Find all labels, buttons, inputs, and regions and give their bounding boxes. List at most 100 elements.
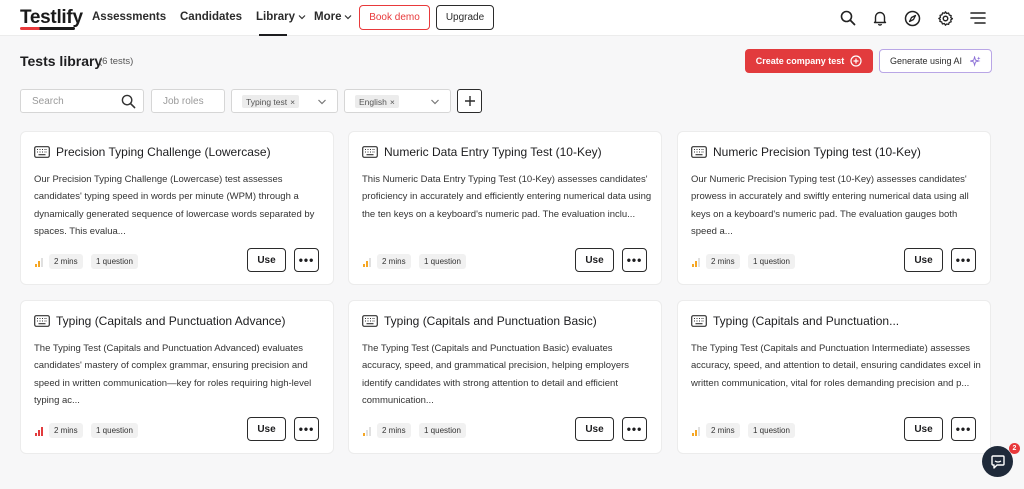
gear-icon[interactable]: [935, 8, 955, 28]
card-description: This Numeric Data Entry Typing Test (10-…: [362, 174, 652, 220]
question-count-tag: 1 question: [419, 423, 466, 438]
test-card[interactable]: Typing (Capitals and Punctuation Basic) …: [348, 300, 662, 454]
card-description: The Typing Test (Capitals and Punctuatio…: [34, 343, 312, 406]
test-card[interactable]: Numeric Data Entry Typing Test (10-Key) …: [348, 131, 662, 285]
use-button[interactable]: Use: [904, 248, 943, 272]
chat-launcher-button[interactable]: [982, 446, 1013, 477]
more-horizontal-icon: •••: [298, 422, 315, 436]
keyboard-icon: [691, 146, 707, 158]
card-title[interactable]: Typing (Capitals and Punctuation Advance…: [56, 314, 326, 328]
more-options-button[interactable]: •••: [951, 248, 976, 272]
chevron-down-icon: [345, 15, 352, 20]
chevron-down-icon: [318, 99, 326, 105]
create-company-test-button[interactable]: Create company test: [745, 49, 873, 73]
difficulty-level-icon: [35, 427, 43, 436]
chevron-down-icon: [431, 99, 439, 105]
card-title[interactable]: Typing (Capitals and Punctuation Basic): [384, 314, 654, 328]
generate-using-ai-label: Generate using AI: [889, 56, 963, 66]
card-description: Our Precision Typing Challenge (Lowercas…: [34, 174, 315, 237]
use-button[interactable]: Use: [904, 417, 943, 441]
difficulty-level-icon: [692, 427, 700, 436]
difficulty-level-icon: [363, 258, 371, 267]
close-icon[interactable]: ×: [390, 97, 395, 107]
search-input[interactable]: Search: [20, 89, 144, 113]
logo[interactable]: Testlify: [20, 7, 83, 29]
use-button[interactable]: Use: [575, 248, 614, 272]
test-type-select[interactable]: Typing test ×: [231, 89, 338, 113]
keyboard-icon: [34, 315, 50, 327]
search-placeholder: Search: [32, 96, 64, 107]
duration-tag: 2 mins: [377, 254, 411, 269]
more-options-button[interactable]: •••: [951, 417, 976, 441]
more-options-button[interactable]: •••: [294, 248, 319, 272]
bell-icon[interactable]: [870, 8, 890, 28]
filter-chip-label: Typing test: [246, 96, 288, 107]
book-demo-button[interactable]: Book demo: [359, 5, 430, 30]
top-nav: Testlify Assessments Candidates Library …: [0, 0, 1024, 36]
page-title: Tests library: [20, 53, 103, 69]
test-card[interactable]: Precision Typing Challenge (Lowercase) O…: [20, 131, 334, 285]
more-options-button[interactable]: •••: [294, 417, 319, 441]
question-count-tag: 1 question: [748, 254, 795, 269]
compass-icon[interactable]: [902, 8, 922, 28]
more-horizontal-icon: •••: [626, 422, 643, 436]
use-button[interactable]: Use: [247, 248, 286, 272]
upgrade-button[interactable]: Upgrade: [436, 5, 494, 30]
filter-chip-label: English: [359, 96, 387, 107]
more-horizontal-icon: •••: [955, 422, 972, 436]
filter-chip-typing-test: Typing test ×: [242, 95, 300, 108]
nav-library-label: Library: [256, 11, 295, 23]
nav-assessments-label: Assessments: [92, 11, 167, 23]
duration-tag: 2 mins: [377, 423, 411, 438]
menu-icon[interactable]: [968, 8, 988, 28]
nav-more[interactable]: More: [314, 11, 352, 23]
generate-using-ai-button[interactable]: Generate using AI: [879, 49, 992, 73]
test-count: (6 tests): [99, 56, 134, 67]
nav-library[interactable]: Library: [256, 11, 306, 23]
card-description: Our Numeric Precision Typing test (10-Ke…: [691, 174, 969, 237]
keyboard-icon: [362, 315, 378, 327]
duration-tag: 2 mins: [706, 254, 740, 269]
language-select[interactable]: English ×: [344, 89, 451, 113]
use-button[interactable]: Use: [247, 417, 286, 441]
create-company-test-label: Create company test: [755, 56, 845, 66]
more-horizontal-icon: •••: [626, 253, 643, 267]
keyboard-icon: [34, 146, 50, 158]
more-options-button[interactable]: •••: [622, 417, 647, 441]
difficulty-level-icon: [363, 427, 371, 436]
duration-tag: 2 mins: [706, 423, 740, 438]
card-title[interactable]: Numeric Data Entry Typing Test (10-Key): [384, 145, 654, 159]
card-description: The Typing Test (Capitals and Punctuatio…: [691, 343, 981, 389]
more-horizontal-icon: •••: [298, 253, 315, 267]
nav-candidates-label: Candidates: [180, 11, 242, 23]
more-options-button[interactable]: •••: [622, 248, 647, 272]
test-card[interactable]: Numeric Precision Typing test (10-Key) O…: [677, 131, 991, 285]
card-description: The Typing Test (Capitals and Punctuatio…: [362, 343, 630, 406]
question-count-tag: 1 question: [419, 254, 466, 269]
difficulty-level-icon: [692, 258, 700, 267]
nav-assessments[interactable]: Assessments: [92, 11, 166, 23]
add-filter-button[interactable]: [457, 89, 482, 113]
more-horizontal-icon: •••: [955, 253, 972, 267]
duration-tag: 2 mins: [49, 254, 83, 269]
test-card[interactable]: Typing (Capitals and Punctuation Advance…: [20, 300, 334, 454]
card-title[interactable]: Numeric Precision Typing test (10-Key): [713, 145, 983, 159]
search-icon[interactable]: [838, 8, 858, 28]
card-title[interactable]: Precision Typing Challenge (Lowercase): [56, 145, 326, 159]
chat-icon: [990, 454, 1005, 469]
close-icon[interactable]: ×: [290, 97, 295, 107]
duration-tag: 2 mins: [49, 423, 83, 438]
keyboard-icon: [362, 146, 378, 158]
job-roles-input[interactable]: Job roles: [151, 89, 225, 113]
chevron-down-icon: [298, 15, 306, 20]
nav-candidates[interactable]: Candidates: [180, 11, 242, 23]
question-count-tag: 1 question: [748, 423, 795, 438]
logo-underline: [20, 27, 75, 30]
test-card[interactable]: Typing (Capitals and Punctuation... The …: [677, 300, 991, 454]
filter-chip-english: English ×: [355, 95, 399, 108]
use-button[interactable]: Use: [575, 417, 614, 441]
chat-unread-badge: 2: [1009, 443, 1020, 454]
nav-more-label: More: [314, 11, 342, 23]
sparkle-icon: [970, 55, 981, 67]
card-title[interactable]: Typing (Capitals and Punctuation...: [713, 314, 983, 328]
